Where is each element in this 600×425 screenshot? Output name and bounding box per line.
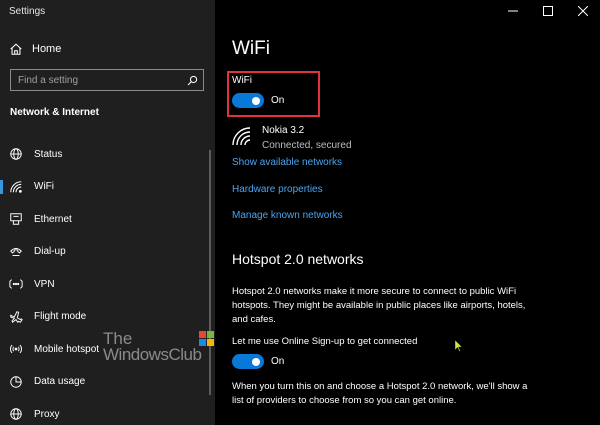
sidebar-item-mobile-hotspot[interactable]: Mobile hotspot [0,333,215,366]
home-label: Home [32,43,62,55]
sidebar-item-data-usage[interactable]: Data usage [0,366,215,399]
sidebar-item-ethernet[interactable]: Ethernet [0,203,215,236]
signup-toggle-state: On [271,356,285,367]
signup-note: When you turn this on and choose a Hotsp… [232,381,528,406]
vpn-icon [9,279,23,289]
globe-icon [10,148,22,160]
show-available-networks-link[interactable]: Show available networks [232,157,342,168]
search-button[interactable] [181,70,203,90]
sidebar-nav: Status WiFi Ethernet Dial-up VPN Flight … [0,138,215,425]
sidebar-item-vpn[interactable]: VPN [0,268,215,301]
sidebar-item-label: Flight mode [34,311,87,323]
sidebar-item-label: Mobile hotspot [34,343,100,355]
sidebar-item-label: Status [34,148,63,160]
hotspot-icon [10,344,22,354]
globe-icon [10,408,22,420]
toggle-knob [252,96,260,105]
wifi-signal-icon [232,127,251,146]
sidebar-item-dial-up[interactable]: Dial-up [0,236,215,269]
hotspot-heading: Hotspot 2.0 networks [232,251,364,267]
minimize-button[interactable] [495,0,530,22]
home-link[interactable]: Home [9,40,61,58]
network-name: Nokia 3.2 [262,125,305,136]
sidebar-item-label: Data usage [34,376,86,388]
section-title: Network & Internet [10,107,99,118]
minimize-icon [507,10,518,12]
search-box [10,69,204,91]
wifi-toggle[interactable] [232,93,264,108]
sidebar-item-flight-mode[interactable]: Flight mode [0,301,215,334]
search-icon [187,75,197,85]
sidebar-item-label: Ethernet [34,213,72,225]
window-controls [495,0,600,22]
sidebar-item-label: WiFi [34,181,54,193]
toggle-knob [252,357,260,366]
maximize-icon [542,6,553,16]
sidebar-item-status[interactable]: Status [0,138,215,171]
sidebar-scrollbar[interactable] [209,150,211,395]
data-usage-icon [10,376,22,388]
ethernet-icon [10,213,22,225]
page-title: WiFi [232,38,270,59]
sidebar-item-label: VPN [34,278,55,290]
maximize-button[interactable] [530,0,565,22]
dial-up-icon [10,247,22,256]
manage-known-networks-link[interactable]: Manage known networks [232,210,343,221]
sidebar: Settings Home Network & Internet Status … [0,0,215,425]
home-icon [10,43,22,55]
sidebar-item-label: Dial-up [34,246,66,258]
close-button[interactable] [565,0,600,22]
main-content: WiFi WiFi On Nokia 3.2 Connected, secure… [215,0,600,425]
sidebar-item-wifi[interactable]: WiFi [0,171,215,204]
app-title: Settings [9,6,46,17]
network-status: Connected, secured [262,140,352,151]
airplane-icon [10,310,23,323]
sidebar-item-label: Proxy [34,408,60,420]
signup-label: Let me use Online Sign-up to get connect… [232,336,418,347]
search-input[interactable] [11,70,181,90]
mouse-cursor-icon [455,340,463,352]
hotspot-description: Hotspot 2.0 networks make it more secure… [232,286,526,325]
close-icon [577,6,588,16]
wifi-toggle-state: On [271,95,285,106]
signup-toggle[interactable] [232,354,264,369]
wifi-toggle-label: WiFi [232,75,252,86]
wifi-icon [10,180,22,193]
sidebar-item-proxy[interactable]: Proxy [0,398,215,425]
hardware-properties-link[interactable]: Hardware properties [232,184,323,195]
connected-network[interactable]: Nokia 3.2 Connected, secured [232,124,482,154]
